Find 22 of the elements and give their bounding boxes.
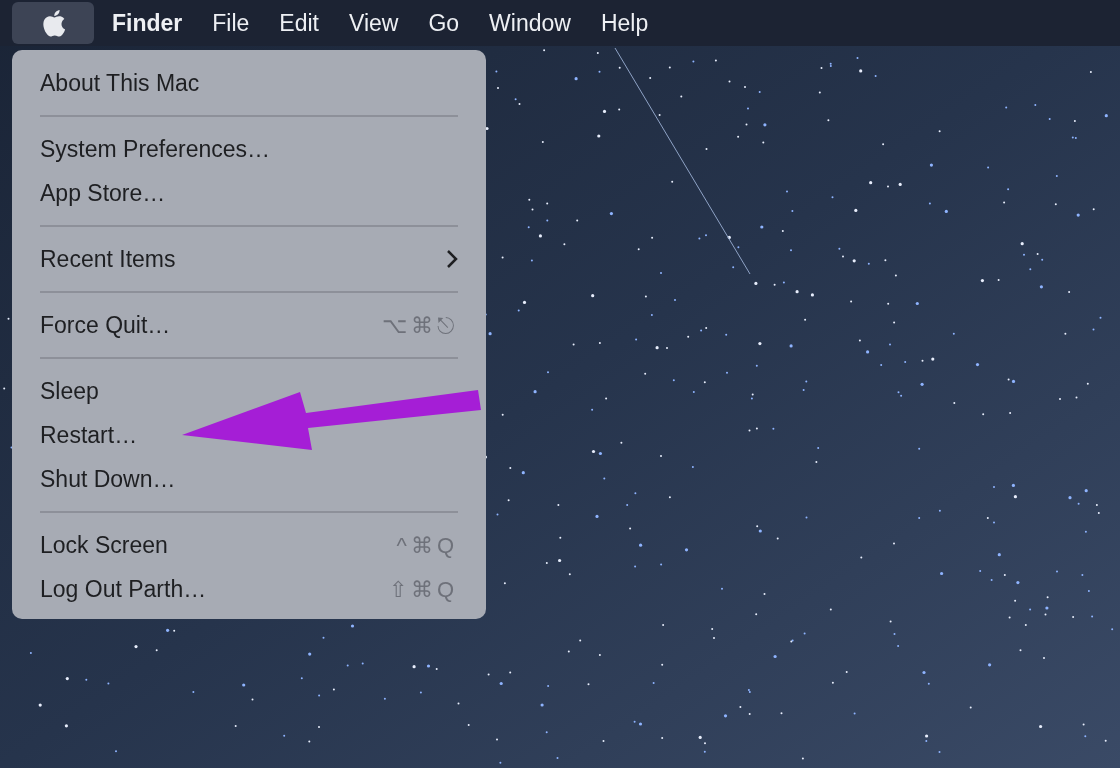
menu-bar-item[interactable]: Help bbox=[588, 5, 661, 41]
keyboard-shortcut: ^⌘Q bbox=[396, 531, 458, 560]
apple-logo-icon bbox=[40, 8, 66, 38]
menu-item[interactable]: Shut Down… bbox=[40, 461, 176, 497]
apple-menu-button[interactable] bbox=[12, 2, 94, 44]
menu-item[interactable]: System Preferences… bbox=[40, 131, 271, 167]
menu-item[interactable]: App Store… bbox=[40, 175, 166, 211]
menu-item[interactable]: Lock Screen bbox=[40, 527, 168, 563]
menu-item[interactable]: Sleep bbox=[40, 373, 99, 409]
keyboard-shortcut: ⇧⌘Q bbox=[388, 575, 458, 604]
menu-item[interactable]: Restart… bbox=[40, 417, 138, 453]
menu-bar-item[interactable]: Edit bbox=[267, 5, 331, 41]
menu-item[interactable]: About This Mac bbox=[40, 65, 200, 101]
menu-bar-item[interactable]: File bbox=[200, 5, 262, 41]
keyboard-shortcut: ⌥⌘⎋ bbox=[382, 311, 458, 340]
menu-item[interactable]: Log Out Parth… bbox=[40, 571, 207, 607]
menu-bar-item[interactable]: Go bbox=[416, 5, 472, 41]
menu-item[interactable]: Recent Items bbox=[40, 241, 176, 277]
menu-item[interactable]: Force Quit… bbox=[40, 307, 171, 343]
menu-bar-item[interactable]: View bbox=[337, 5, 411, 41]
menu-bar-item[interactable]: Window bbox=[477, 5, 583, 41]
menu-bar-item[interactable]: Finder bbox=[100, 5, 195, 41]
